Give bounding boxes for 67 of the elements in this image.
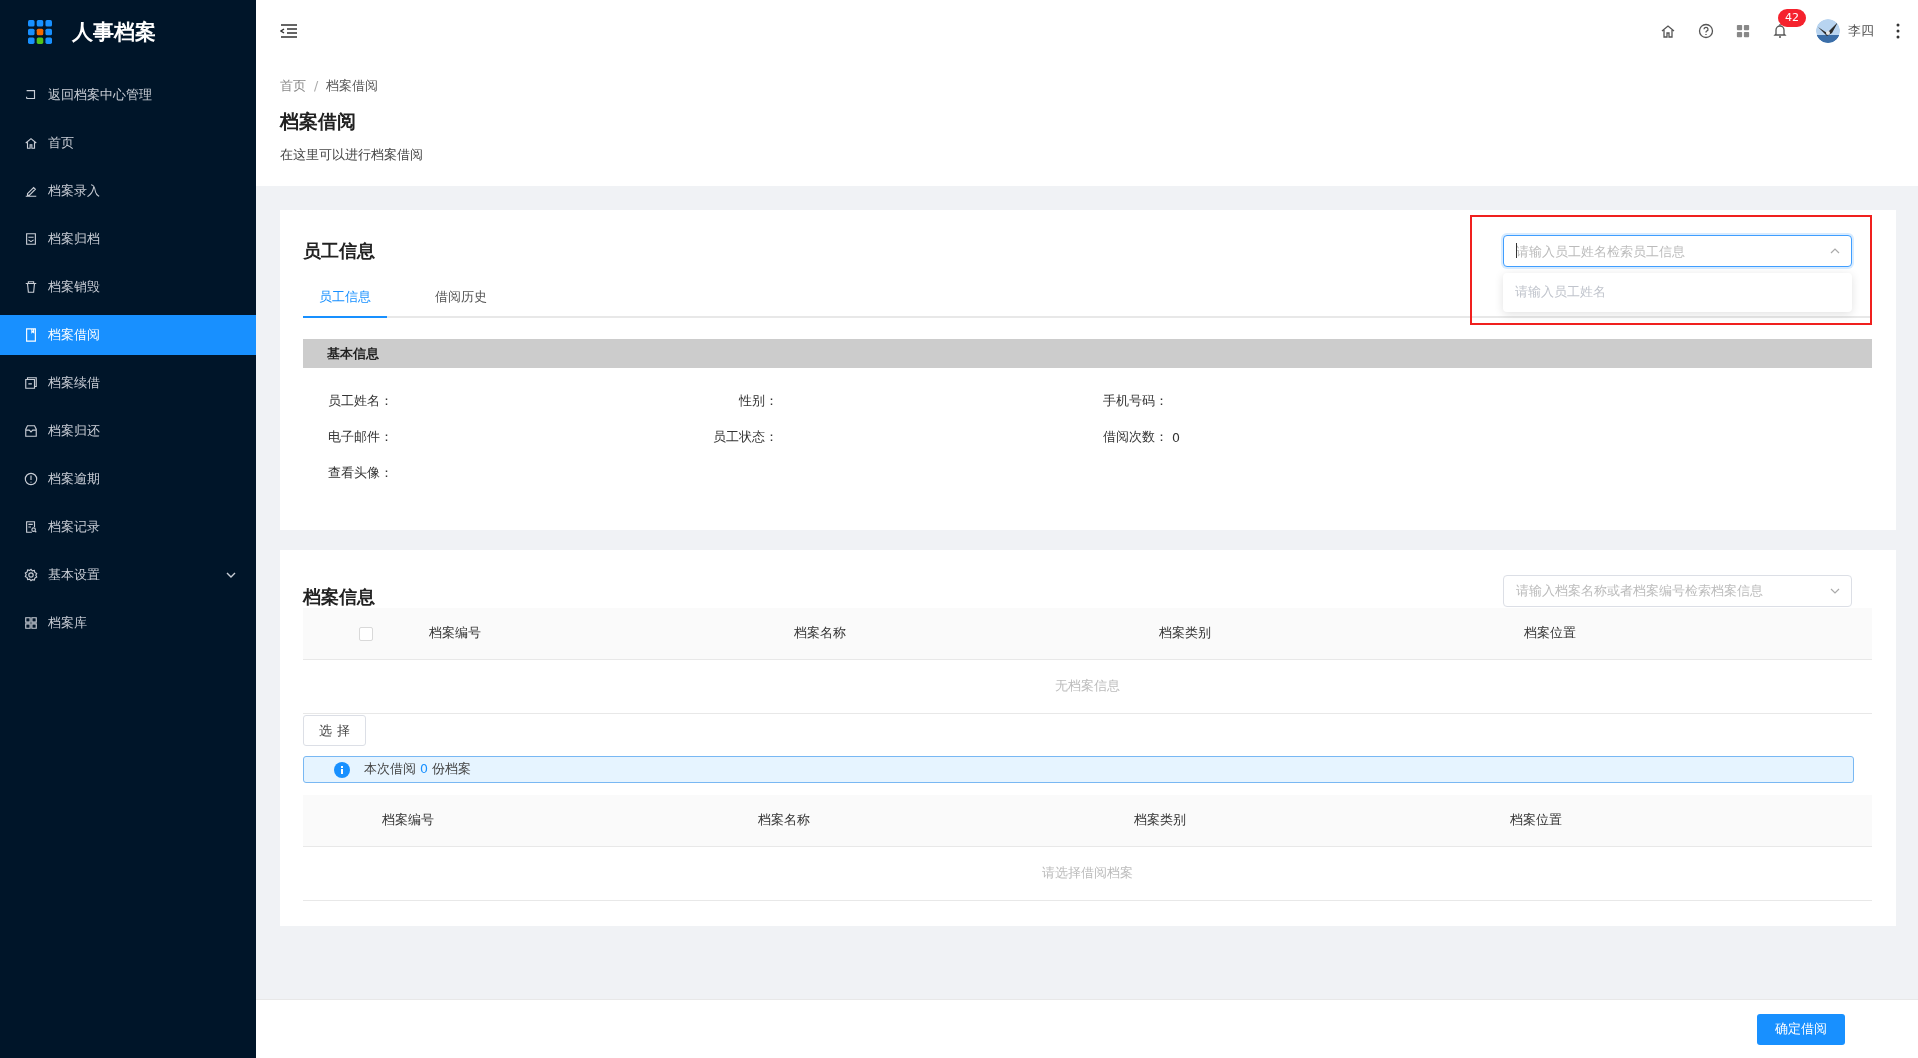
field-label: 电子邮件：: [328, 428, 393, 446]
info-icon: [334, 761, 350, 778]
help-icon[interactable]: [1698, 23, 1714, 39]
section-title: 基本信息: [327, 344, 379, 363]
sidebar-item[interactable]: 基本设置: [0, 555, 256, 595]
sidebar-item[interactable]: 档案记录: [0, 507, 256, 547]
sidebar-item[interactable]: 档案归档: [0, 219, 256, 259]
column-header: 档案类别: [1159, 625, 1212, 642]
sidebar-item[interactable]: 档案库: [0, 603, 256, 643]
empty-text: 请选择借阅档案: [1042, 865, 1133, 882]
inbox-icon: [24, 424, 38, 438]
book-icon: [24, 328, 38, 342]
sidebar-item[interactable]: 首页: [0, 123, 256, 163]
user-name[interactable]: 李四: [1848, 22, 1874, 40]
field-label: 查看头像：: [328, 464, 393, 482]
field-value: 0: [1172, 429, 1180, 445]
breadcrumb-separator: /: [314, 78, 319, 95]
dropdown-hint: 请输入员工姓名: [1515, 284, 1606, 301]
trash-icon: [24, 280, 38, 294]
home-icon: [24, 136, 38, 150]
column-header: 档案编号: [429, 625, 482, 642]
sidebar-item[interactable]: 档案销毁: [0, 267, 256, 307]
alert-text: 本次借阅 0 份档案: [364, 761, 471, 778]
sidebar-item[interactable]: 返回档案中心管理: [0, 75, 256, 115]
breadcrumb-item[interactable]: 档案借阅: [326, 78, 379, 95]
sidebar-item[interactable]: 档案归还: [0, 411, 256, 451]
select-button[interactable]: 选 择: [303, 715, 366, 746]
sidebar-item[interactable]: 档案录入: [0, 171, 256, 211]
bell-icon[interactable]: [1772, 23, 1788, 39]
more-icon[interactable]: [1896, 23, 1900, 39]
column-header: 档案名称: [794, 625, 847, 642]
alert-icon: [24, 472, 38, 486]
grid-icon: [24, 616, 38, 630]
card-title: 员工信息: [303, 239, 375, 263]
column-header: 档案位置: [1524, 625, 1577, 642]
return-icon: [24, 88, 38, 102]
sidebar-item[interactable]: 档案续借: [0, 363, 256, 403]
column-header: 档案编号: [382, 812, 435, 829]
pen-icon: [24, 184, 38, 198]
grid-icon[interactable]: [1736, 24, 1750, 38]
menu-icon[interactable]: [280, 24, 298, 38]
sidebar-item[interactable]: 档案逾期: [0, 459, 256, 499]
copy-icon: [24, 376, 38, 390]
empty-text: 无档案信息: [1055, 678, 1120, 695]
notification-badge: 42: [1778, 9, 1806, 27]
field-label: 员工姓名：: [328, 392, 393, 410]
app-title: 人事档案: [72, 19, 156, 46]
breadcrumb-item[interactable]: 首页: [280, 78, 306, 95]
card-title: 档案信息: [303, 584, 375, 609]
field-label: 手机号码：: [1103, 392, 1168, 410]
field-label: 性别：: [738, 392, 778, 410]
column-header: 档案类别: [1134, 812, 1187, 829]
document-icon: [24, 232, 38, 246]
column-header: 档案名称: [758, 812, 811, 829]
settings-icon: [24, 568, 38, 582]
page-subtitle: 在这里可以进行档案借阅: [280, 147, 424, 164]
field-label: 借阅次数：: [1103, 428, 1168, 446]
logo-icon: [28, 20, 52, 44]
page-title: 档案借阅: [280, 109, 357, 134]
search-document-icon: [24, 520, 38, 534]
select-all-checkbox[interactable]: [359, 626, 373, 641]
employee-search-field[interactable]: 请输入员工姓名检索员工信息: [1503, 235, 1852, 267]
tab[interactable]: 借阅历史: [419, 278, 503, 318]
field-label: 员工状态：: [712, 428, 778, 446]
column-header: 档案位置: [1510, 812, 1563, 829]
archive-search-field[interactable]: 请输入档案名称或者档案编号检索档案信息: [1503, 574, 1852, 607]
home-icon[interactable]: [1660, 23, 1676, 39]
